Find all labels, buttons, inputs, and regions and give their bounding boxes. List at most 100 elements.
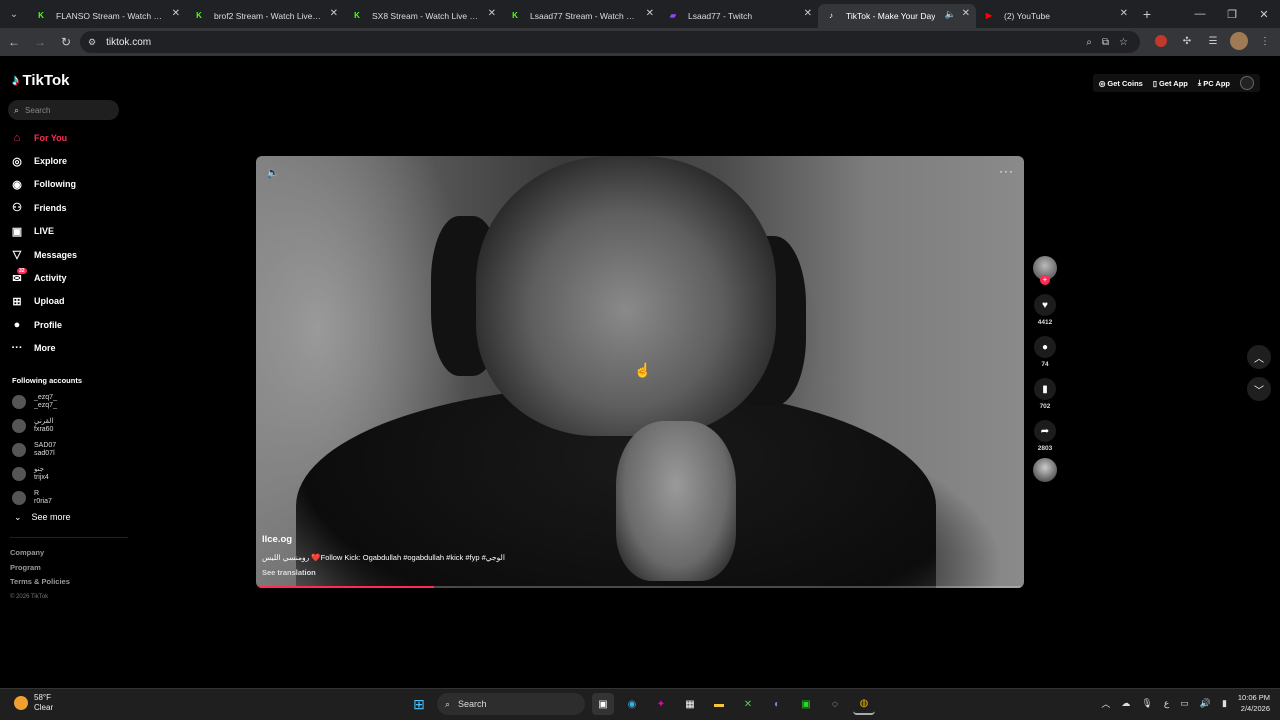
footer-program-link[interactable]: Program bbox=[10, 561, 70, 576]
sidebar-item-upload[interactable]: ⊞ Upload bbox=[10, 290, 77, 313]
volume-icon[interactable]: 🔈 bbox=[266, 166, 280, 179]
reading-list-icon[interactable]: ☰ bbox=[1204, 32, 1222, 50]
weather-widget[interactable]: 58°F Clear bbox=[14, 693, 53, 713]
forward-button[interactable]: → bbox=[28, 30, 52, 54]
mic-icon[interactable]: 🎙 bbox=[1141, 698, 1152, 709]
share-icon[interactable]: ➦ bbox=[1034, 420, 1056, 442]
tab-title: Lsaad77 - Twitch bbox=[688, 11, 753, 21]
close-tab-icon[interactable]: ✕ bbox=[330, 8, 338, 19]
edge-icon[interactable]: ◉ bbox=[621, 693, 643, 715]
sidebar-item-more[interactable]: ··· More bbox=[10, 337, 77, 360]
taskbar-search[interactable]: ⌕ Search bbox=[437, 693, 585, 715]
chevron-up-icon[interactable]: ︿ bbox=[1101, 697, 1110, 710]
chrome-icon[interactable]: ◍ bbox=[853, 693, 875, 715]
more-options-icon[interactable]: ··· bbox=[999, 164, 1014, 178]
close-tab-icon[interactable]: ✕ bbox=[1120, 8, 1128, 19]
new-tab-button[interactable]: + bbox=[1134, 6, 1160, 22]
steam-icon[interactable]: ◌ bbox=[824, 693, 846, 715]
app-icon[interactable]: ▣ bbox=[795, 693, 817, 715]
close-window-button[interactable]: ✕ bbox=[1248, 0, 1280, 28]
browser-tab[interactable]: K SX8 Stream - Watch Live on Kick ✕ bbox=[344, 4, 502, 28]
tiktok-logo[interactable]: ♪ TikTok bbox=[12, 72, 69, 89]
get-app-button[interactable]: ▯ Get App bbox=[1153, 79, 1188, 88]
speaker-icon[interactable]: 🔊 bbox=[1200, 698, 1211, 709]
home-icon: ⌂ bbox=[13, 131, 21, 144]
following-account[interactable]: _ezq7_ _ezq7_ bbox=[12, 390, 57, 414]
profile-avatar[interactable] bbox=[1230, 32, 1248, 50]
file-explorer-icon[interactable]: ▬ bbox=[708, 693, 730, 715]
sidebar-item-messages[interactable]: ▽ Messages bbox=[10, 243, 77, 266]
network-icon[interactable]: ▭ bbox=[1180, 698, 1189, 709]
xbox-icon[interactable]: ✕ bbox=[737, 693, 759, 715]
weather-condition: Clear bbox=[34, 703, 54, 712]
sidebar-item-for-you[interactable]: ⌂ For You bbox=[10, 126, 77, 149]
following-account[interactable]: القرني fxra60 bbox=[12, 414, 57, 438]
extensions-icon[interactable]: ✣ bbox=[1178, 32, 1196, 50]
following-account[interactable]: جنو trijx4 bbox=[12, 462, 57, 486]
reload-button[interactable]: ↻ bbox=[54, 30, 78, 54]
store-icon[interactable]: ▦ bbox=[679, 693, 701, 715]
browser-tab[interactable]: K Lsaad77 Stream - Watch Live on Kick ✕ bbox=[502, 4, 660, 28]
extension-badge-icon[interactable] bbox=[1152, 32, 1170, 50]
task-view-icon[interactable]: ▣ bbox=[592, 693, 614, 715]
discord-icon[interactable]: ◐ bbox=[766, 693, 788, 715]
address-bar[interactable]: ⚙ tiktok.com ⌕ ⧉ ☆ bbox=[80, 31, 1140, 53]
video-player[interactable]: 🔈 ··· ☝ llce.og رومنسي الليس ❤️Follow Ki… bbox=[256, 156, 1024, 588]
bookmark-star-icon[interactable]: ☆ bbox=[1119, 37, 1128, 48]
footer-terms-link[interactable]: Terms & Policies bbox=[10, 575, 70, 590]
comment-icon[interactable]: ● bbox=[1034, 336, 1056, 358]
footer-company-link[interactable]: Company bbox=[10, 546, 70, 561]
music-disc-avatar[interactable] bbox=[1033, 458, 1057, 482]
following-account[interactable]: Rr0ria7 bbox=[12, 486, 57, 510]
clock[interactable]: 10:06 PM 2/4/2026 bbox=[1238, 692, 1270, 714]
close-tab-icon[interactable]: ✕ bbox=[962, 8, 970, 19]
browser-tab[interactable]: ▰ Lsaad77 - Twitch ✕ bbox=[660, 4, 818, 28]
zoom-icon[interactable]: ⌕ bbox=[1086, 37, 1092, 48]
browser-tab[interactable]: ▶ (2) YouTube ✕ bbox=[976, 4, 1134, 28]
close-tab-icon[interactable]: ✕ bbox=[172, 8, 180, 19]
heart-icon[interactable]: ♥ bbox=[1034, 294, 1056, 316]
creator-avatar[interactable]: + bbox=[1033, 256, 1057, 285]
logo-text: TikTok bbox=[22, 72, 70, 89]
browser-menu-icon[interactable]: ⋮ bbox=[1256, 32, 1274, 50]
close-tab-icon[interactable]: ✕ bbox=[646, 8, 654, 19]
pc-app-button[interactable]: ⤓ PC App bbox=[1198, 78, 1230, 88]
sidebar-item-explore[interactable]: ◎ Explore bbox=[10, 149, 77, 172]
user-avatar[interactable] bbox=[1240, 76, 1254, 90]
browser-tab[interactable]: ♪ TikTok - Make Your Day 🔈 ✕ bbox=[818, 4, 976, 28]
maximize-button[interactable]: ❐ bbox=[1216, 0, 1248, 28]
sidebar-item-live[interactable]: ▣ LIVE bbox=[10, 220, 77, 243]
close-tab-icon[interactable]: ✕ bbox=[804, 8, 812, 19]
site-info-icon[interactable]: ⚙ bbox=[88, 37, 96, 48]
see-more-button[interactable]: ⌄ See more bbox=[14, 512, 71, 523]
search-input[interactable]: ⌕ Search bbox=[8, 100, 119, 120]
next-video-button[interactable]: ﹀ bbox=[1247, 377, 1271, 401]
start-button[interactable]: ⊞ bbox=[408, 693, 430, 715]
browser-tab[interactable]: Kbrof2 Stream - Watch Live on Kick ✕ bbox=[186, 4, 344, 28]
see-translation-link[interactable]: See translation bbox=[262, 568, 505, 577]
cloud-icon[interactable]: ☁ bbox=[1121, 698, 1130, 709]
bookmark-icon[interactable]: ▮ bbox=[1034, 378, 1056, 400]
sidebar-item-friends[interactable]: ⚇ Friends bbox=[10, 196, 77, 219]
sidebar-item-activity[interactable]: ✉ Activity 32 bbox=[10, 266, 77, 289]
sidebar-item-following[interactable]: ◉ Following bbox=[10, 173, 77, 196]
video-author[interactable]: llce.og bbox=[262, 534, 505, 545]
back-button[interactable]: ← bbox=[2, 30, 26, 54]
following-account[interactable]: SAD07 sad07l bbox=[12, 438, 57, 462]
tab-search-icon[interactable]: ⌄ bbox=[0, 0, 28, 28]
tab-audio-icon[interactable]: 🔈 bbox=[945, 9, 956, 20]
battery-icon[interactable]: ▮ bbox=[1222, 698, 1227, 709]
video-progress-bar[interactable] bbox=[258, 586, 1022, 588]
browser-tab[interactable]: K FLANSO Stream - Watch Live on Kick ✕ bbox=[28, 4, 186, 28]
close-tab-icon[interactable]: ✕ bbox=[488, 8, 496, 19]
language-icon[interactable]: ع bbox=[1164, 698, 1169, 709]
follow-plus-icon[interactable]: + bbox=[1040, 275, 1050, 285]
copilot-icon[interactable]: ✦ bbox=[650, 693, 672, 715]
get-coins-button[interactable]: ◎ Get Coins bbox=[1099, 79, 1143, 88]
previous-video-button[interactable]: ︿ bbox=[1247, 345, 1271, 369]
install-app-icon[interactable]: ⧉ bbox=[1102, 37, 1109, 48]
sidebar-item-profile[interactable]: ● Profile bbox=[10, 313, 77, 336]
see-more-label: See more bbox=[31, 512, 71, 522]
account-names: _ezq7_ _ezq7_ bbox=[34, 394, 57, 410]
minimize-button[interactable]: — bbox=[1184, 0, 1216, 28]
